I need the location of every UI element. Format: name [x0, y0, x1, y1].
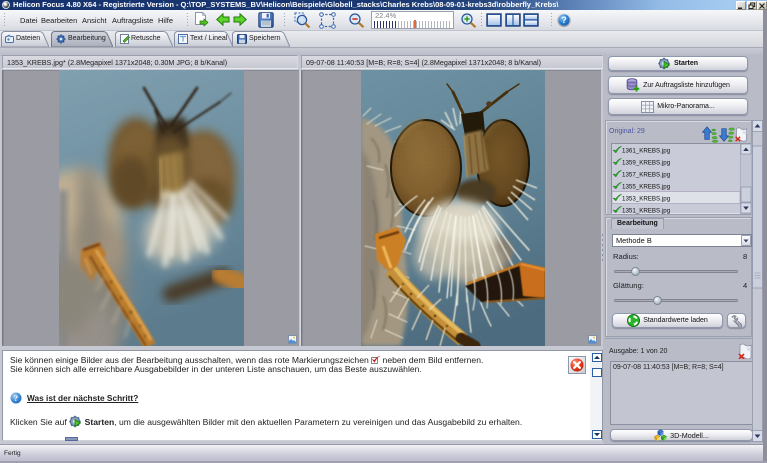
svg-text:1359_KREBS.jpg: 1359_KREBS.jpg [622, 160, 671, 167]
svg-text:1351_KREBS.jpg: 1351_KREBS.jpg [622, 208, 671, 215]
svg-text:1353_KREBS.jpg: 1353_KREBS.jpg [622, 196, 671, 203]
svg-text:1357_KREBS.jpg: 1357_KREBS.jpg [622, 172, 671, 179]
svg-text:?: ? [14, 394, 18, 403]
svg-text:1355_KREBS.jpg: 1355_KREBS.jpg [622, 184, 671, 191]
svg-text:1361_KREBS.jpg: 1361_KREBS.jpg [622, 148, 671, 155]
svg-text:?: ? [561, 15, 567, 25]
